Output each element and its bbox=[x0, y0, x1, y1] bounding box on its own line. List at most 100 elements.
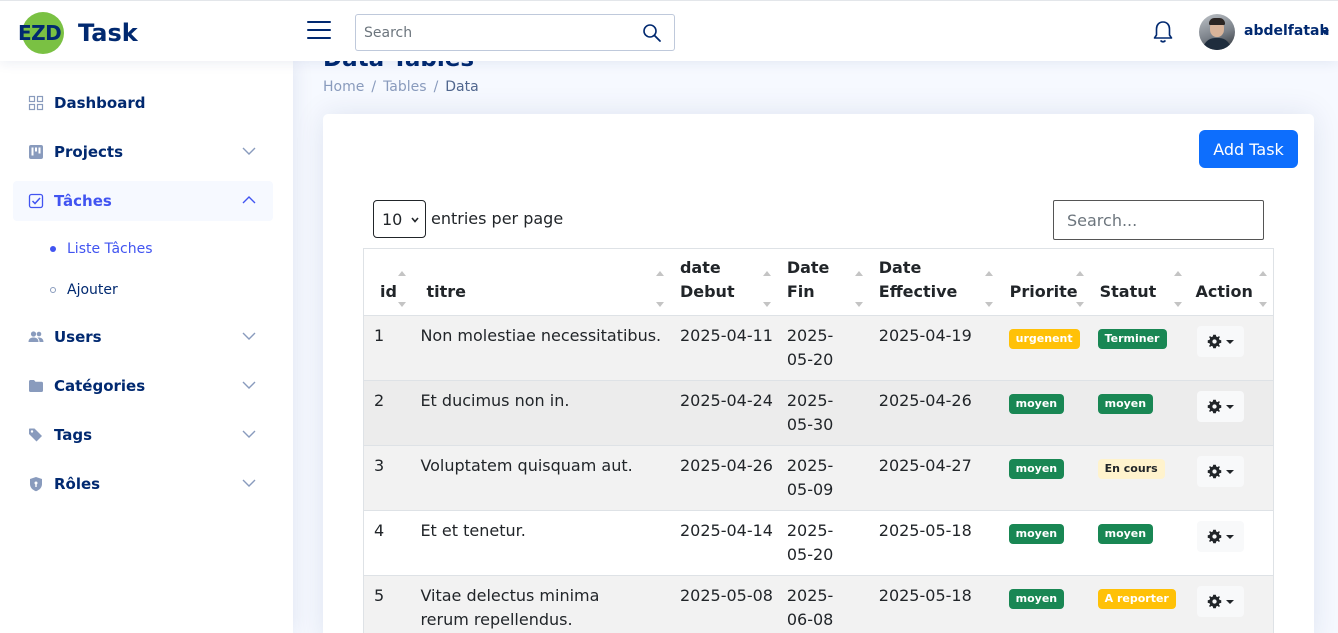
sidebar-toggle-button[interactable] bbox=[307, 21, 331, 41]
cell-titre: Non molestiae necessitatibus. bbox=[412, 315, 670, 381]
sidebar-item-roles[interactable]: Rôles bbox=[13, 464, 273, 504]
column-header-statut[interactable]: Statut bbox=[1089, 248, 1188, 316]
grid-icon bbox=[28, 95, 44, 111]
gear-icon bbox=[1207, 464, 1221, 479]
bullet-icon bbox=[50, 287, 56, 293]
breadcrumb-home[interactable]: Home bbox=[323, 79, 364, 95]
logo-mark-text: EZD bbox=[18, 21, 62, 45]
row-actions-button[interactable] bbox=[1196, 391, 1244, 422]
bullet-icon bbox=[50, 246, 56, 252]
entries-per-page-select[interactable]: 10 bbox=[373, 200, 426, 238]
priority-badge: moyen bbox=[1008, 589, 1065, 609]
sidebar-item-label: Dashboard bbox=[54, 94, 146, 112]
column-header-date-debut[interactable]: date Debut bbox=[669, 248, 777, 316]
chevron-down-icon bbox=[242, 147, 256, 155]
table-row: 1 Non molestiae necessitatibus. 2025-04-… bbox=[363, 315, 1274, 381]
sidebar-item-label: Catégories bbox=[54, 377, 146, 395]
chevron-down-icon[interactable] bbox=[1321, 30, 1329, 35]
tags-icon bbox=[29, 428, 42, 442]
gear-icon bbox=[1207, 594, 1221, 609]
cell-date-effective: 2025-05-18 bbox=[868, 510, 999, 576]
status-badge: A reporter bbox=[1097, 589, 1176, 609]
table-row: 5 Vitae delectus minima rerum repellendu… bbox=[363, 575, 1274, 633]
sidebar-item-tags[interactable]: Tags bbox=[13, 415, 273, 455]
search-icon[interactable] bbox=[642, 23, 662, 43]
tasks-table: id titre date Debut Date Fin Date Effect… bbox=[363, 248, 1274, 633]
avatar[interactable] bbox=[1199, 14, 1235, 50]
cell-date-fin: 2025-05-09 bbox=[776, 445, 869, 511]
people-icon bbox=[28, 331, 44, 342]
column-header-id[interactable]: id bbox=[363, 248, 413, 316]
logo-text: Task bbox=[78, 19, 138, 47]
status-badge: moyen bbox=[1097, 394, 1154, 414]
column-header-titre[interactable]: titre bbox=[412, 248, 670, 316]
top-header: EZD Task abdelfatah bbox=[0, 0, 1338, 61]
sidebar-subitem-liste-taches[interactable]: Liste Tâches bbox=[50, 237, 153, 261]
table-search-input[interactable] bbox=[1054, 201, 1263, 239]
table-search-box bbox=[1053, 200, 1264, 240]
sidebar-item-projects[interactable]: Projects bbox=[13, 132, 273, 172]
cell-date-effective: 2025-05-18 bbox=[868, 575, 999, 633]
sidebar-subitem-ajouter[interactable]: Ajouter bbox=[50, 278, 118, 302]
cell-titre: Et ducimus non in. bbox=[412, 380, 670, 446]
column-header-date-fin[interactable]: Date Fin bbox=[776, 248, 869, 316]
bell-icon[interactable] bbox=[1152, 20, 1174, 44]
cell-date-fin: 2025-05-20 bbox=[776, 510, 869, 576]
row-actions-button[interactable] bbox=[1196, 326, 1244, 357]
table-row: 2 Et ducimus non in. 2025-04-24 2025-05-… bbox=[363, 380, 1274, 446]
row-actions-button[interactable] bbox=[1196, 456, 1244, 487]
header-search-input[interactable] bbox=[356, 15, 626, 50]
sidebar-item-label: Rôles bbox=[54, 475, 101, 493]
cell-date-effective: 2025-04-27 bbox=[868, 445, 999, 511]
menu-icon bbox=[307, 21, 331, 23]
chevron-down-icon bbox=[242, 479, 256, 487]
status-badge: Terminer bbox=[1097, 329, 1167, 349]
sidebar-subitem-label: Liste Tâches bbox=[67, 241, 153, 257]
column-header-action[interactable]: Action bbox=[1187, 248, 1274, 316]
column-header-date-effective[interactable]: Date Effective bbox=[868, 248, 999, 316]
sidebar-item-label: Tâches bbox=[54, 192, 112, 210]
priority-badge: moyen bbox=[1008, 459, 1065, 479]
cell-titre: Vitae delectus minima rerum repellendus. bbox=[412, 575, 670, 633]
tasks-card: Add Task 10 entries per page id titre da… bbox=[323, 114, 1314, 633]
sidebar-item-label: Tags bbox=[54, 426, 93, 444]
cell-id: 5 bbox=[363, 575, 413, 633]
chevron-down-icon bbox=[242, 332, 256, 340]
sidebar: Dashboard Projects Tâches Liste Tâches A… bbox=[0, 61, 293, 633]
entries-per-page-label: entries per page bbox=[431, 209, 564, 228]
status-badge: En cours bbox=[1097, 459, 1165, 479]
user-name[interactable]: abdelfatah bbox=[1244, 23, 1329, 39]
app-logo[interactable]: EZD Task bbox=[18, 12, 138, 54]
cell-date-debut: 2025-04-14 bbox=[669, 510, 777, 576]
sidebar-item-dashboard[interactable]: Dashboard bbox=[13, 83, 273, 123]
sidebar-item-label: Users bbox=[54, 328, 102, 346]
priority-badge: moyen bbox=[1008, 394, 1065, 414]
gear-icon bbox=[1207, 399, 1221, 414]
sidebar-item-taches[interactable]: Tâches bbox=[13, 181, 273, 221]
breadcrumb-tables[interactable]: Tables bbox=[383, 79, 427, 95]
logo-mark: EZD bbox=[18, 12, 68, 54]
header-search-form bbox=[355, 14, 675, 51]
gear-icon bbox=[1207, 334, 1221, 349]
cell-date-fin: 2025-05-20 bbox=[776, 315, 869, 381]
column-header-priorite[interactable]: Priorite bbox=[998, 248, 1090, 316]
chevron-down-icon bbox=[242, 430, 256, 438]
row-actions-button[interactable] bbox=[1196, 586, 1244, 617]
cell-date-debut: 2025-04-24 bbox=[669, 380, 777, 446]
cell-date-debut: 2025-05-08 bbox=[669, 575, 777, 633]
cell-date-effective: 2025-04-26 bbox=[868, 380, 999, 446]
row-actions-button[interactable] bbox=[1196, 521, 1244, 552]
cell-date-debut: 2025-04-11 bbox=[669, 315, 777, 381]
cell-titre: Voluptatem quisquam aut. bbox=[412, 445, 670, 511]
sidebar-item-users[interactable]: Users bbox=[13, 317, 273, 357]
breadcrumb: Home / Tables / Data bbox=[323, 79, 479, 95]
priority-badge: moyen bbox=[1008, 524, 1065, 544]
cell-id: 3 bbox=[363, 445, 413, 511]
table-row: 4 Et et tenetur. 2025-04-14 2025-05-20 2… bbox=[363, 510, 1274, 576]
chevron-down-icon bbox=[242, 381, 256, 389]
add-task-button[interactable]: Add Task bbox=[1199, 130, 1298, 168]
sidebar-item-categories[interactable]: Catégories bbox=[13, 366, 273, 406]
cell-titre: Et et tenetur. bbox=[412, 510, 670, 576]
cell-date-fin: 2025-06-08 bbox=[776, 575, 869, 633]
shield-icon bbox=[30, 477, 42, 492]
